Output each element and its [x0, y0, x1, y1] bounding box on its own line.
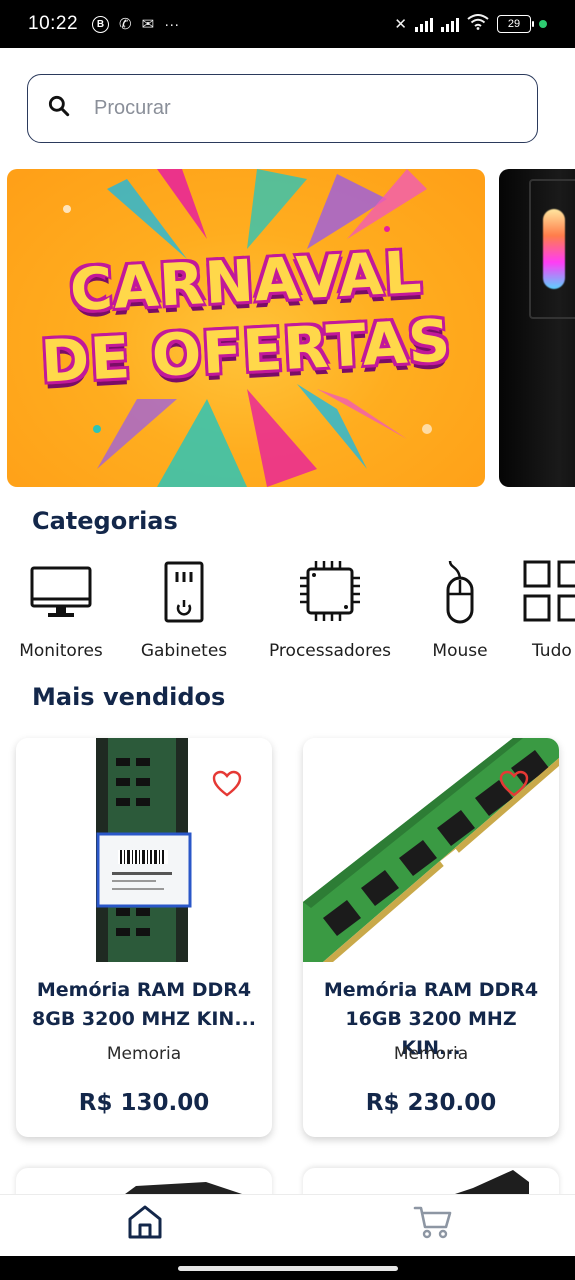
battery-icon: 29: [497, 15, 534, 33]
favorite-heart-icon[interactable]: [212, 770, 242, 798]
monitor-icon: [29, 558, 93, 629]
mouse-icon: [428, 558, 492, 629]
category-label: Mouse: [432, 641, 488, 661]
banner-carousel[interactable]: CARNAVAL DE OFERTAS: [0, 169, 575, 487]
search-input[interactable]: Procurar: [27, 74, 538, 143]
rgb-fan-image: [543, 209, 565, 289]
grid-icon: [522, 558, 575, 629]
more-dots-icon: ···: [164, 15, 180, 33]
banner-next-preview[interactable]: [499, 169, 575, 487]
product-category: Memoria: [393, 1044, 469, 1064]
home-icon[interactable]: [126, 1203, 164, 1241]
cart-icon[interactable]: [413, 1203, 453, 1241]
search-placeholder: Procurar: [94, 97, 171, 119]
product-price: R$ 230.00: [365, 1090, 497, 1116]
search-icon: [46, 93, 72, 124]
missed-call-icon: ✆: [119, 16, 132, 33]
category-label: Monitores: [19, 641, 103, 661]
product-category: Memoria: [106, 1044, 182, 1064]
category-gabinetes[interactable]: Gabinetes: [136, 558, 232, 661]
categories-list[interactable]: Monitores Gabinetes Processadores Mouse …: [0, 558, 575, 668]
categories-title: Categorias: [32, 507, 178, 535]
notification-dot-icon: [539, 20, 547, 28]
category-mouse[interactable]: Mouse: [424, 558, 496, 661]
wifi-icon: [467, 14, 489, 34]
category-monitores[interactable]: Monitores: [14, 558, 108, 661]
b-circle-icon: B: [92, 15, 110, 33]
banner-carnaval[interactable]: CARNAVAL DE OFERTAS: [7, 169, 485, 487]
product-title: Memória RAM DDR4 8GB 3200 MHZ KIN...: [32, 979, 256, 1030]
category-label: Processadores: [268, 641, 392, 661]
category-processadores[interactable]: Processadores: [260, 558, 400, 661]
bottom-navigation: [0, 1194, 575, 1256]
product-price: R$ 130.00: [78, 1090, 210, 1116]
status-bar: 10:22 B ✆ ✉ ··· ✕ 29: [0, 0, 575, 48]
category-label: Tudo: [532, 641, 572, 661]
message-icon: ✉: [141, 16, 155, 33]
category-tudo[interactable]: Tudo: [522, 558, 575, 661]
product-card[interactable]: Memória RAM DDR4 16GB 3200 MHZ KIN... Me…: [303, 738, 559, 1137]
status-time: 10:22: [28, 13, 79, 34]
signal-icon: [415, 16, 433, 32]
best-sellers-title: Mais vendidos: [32, 683, 226, 711]
category-label: Gabinetes: [140, 641, 228, 661]
cpu-icon: [298, 558, 362, 629]
signal-icon: [441, 16, 459, 32]
home-gesture-handle[interactable]: [178, 1266, 398, 1271]
product-card[interactable]: Memória RAM DDR4 8GB 3200 MHZ KIN... Mem…: [16, 738, 272, 1137]
favorite-heart-icon[interactable]: [499, 770, 529, 798]
pc-case-icon: [152, 558, 216, 629]
vibrate-off-icon: ✕: [394, 16, 407, 33]
